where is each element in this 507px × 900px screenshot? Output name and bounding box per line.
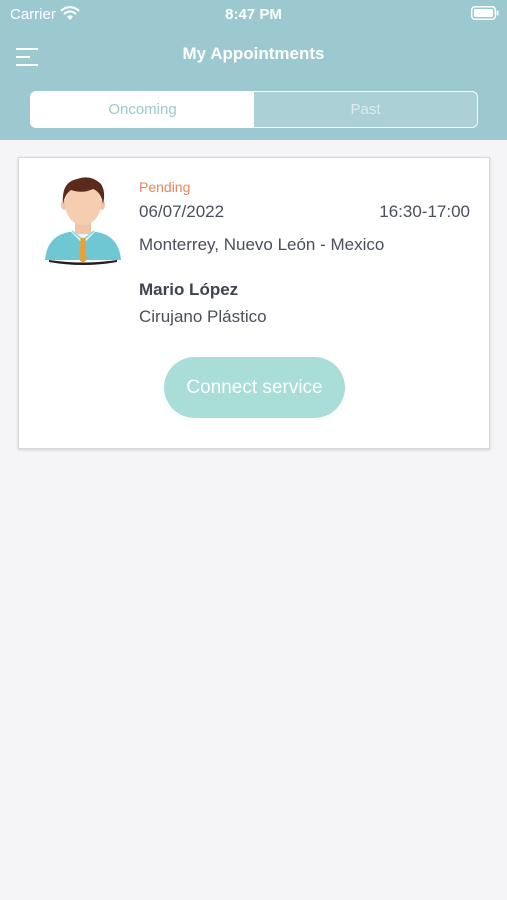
battery-icon <box>471 6 499 20</box>
page-title: My Appointments <box>182 44 325 63</box>
appointment-tabs: Oncoming Past <box>30 91 478 128</box>
status-time: 8:47 PM <box>225 6 282 23</box>
doctor-name: Mario López <box>139 280 239 299</box>
tab-oncoming[interactable]: Oncoming <box>31 92 254 127</box>
appointment-time: 16:30-17:00 <box>379 202 470 221</box>
appointment-location: Monterrey, Nuevo León - Mexico <box>139 235 385 254</box>
connect-service-button[interactable]: Connect service <box>164 357 345 418</box>
doctor-avatar-icon <box>45 177 121 265</box>
tab-past[interactable]: Past <box>254 92 477 127</box>
appointment-card[interactable]: Pending 06/07/2022 16:30-17:00 Monterrey… <box>18 157 490 449</box>
appointment-date: 06/07/2022 <box>139 202 225 221</box>
status-bar: Carrier 8:47 PM <box>0 0 507 28</box>
app-header: Carrier 8:47 PM My Appointments Oncoming… <box>0 0 507 140</box>
appointment-status: Pending <box>139 179 191 195</box>
doctor-specialty: Cirujano Plástico <box>139 307 267 326</box>
